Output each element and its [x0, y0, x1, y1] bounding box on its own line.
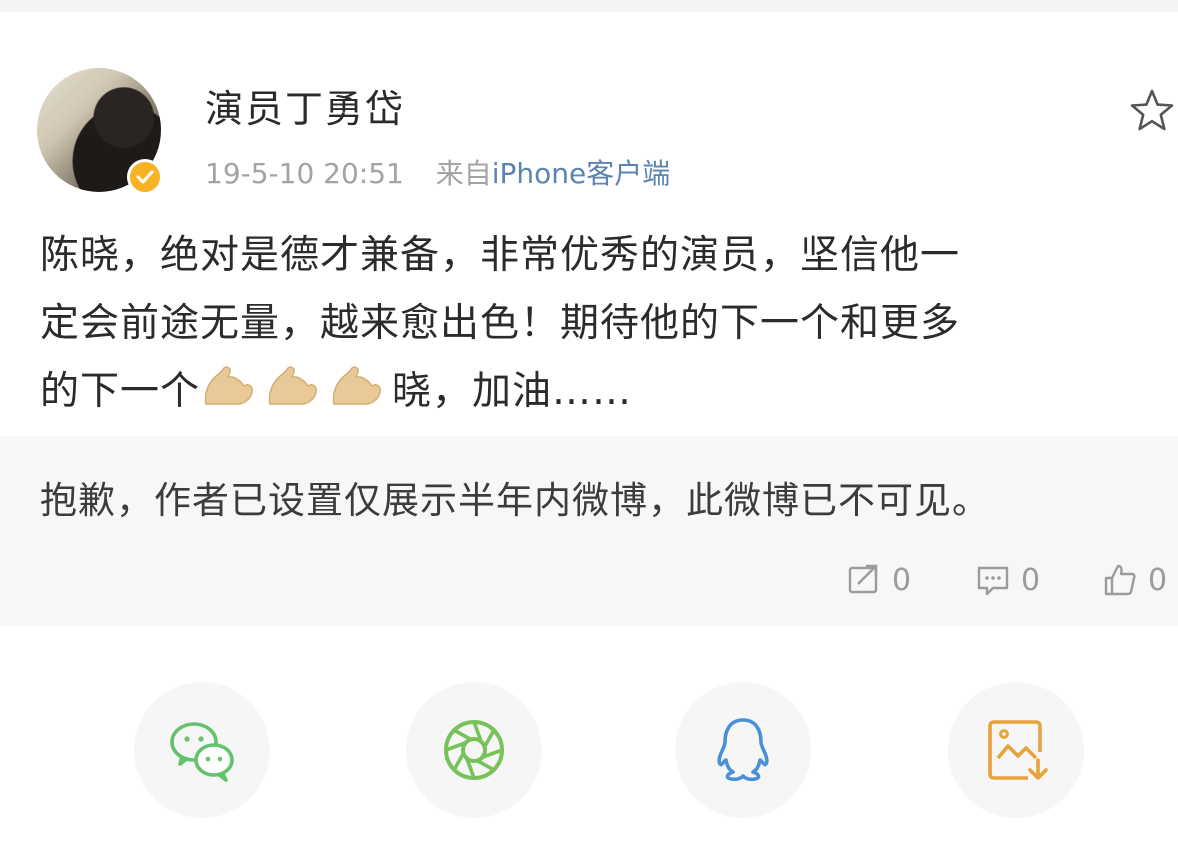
flexed-biceps-emoji-icon: [332, 366, 381, 405]
like-button[interactable]: 0: [1102, 560, 1167, 600]
content-line-last: 的下一个 晓，加油……: [40, 358, 1150, 426]
qq-icon: [717, 718, 769, 782]
content-tail: 晓，加油……: [392, 369, 633, 414]
share-moments-button[interactable]: [406, 682, 542, 818]
verified-badge-icon: [127, 159, 163, 195]
repost-icon: [848, 564, 878, 594]
comment-icon: [977, 566, 1009, 596]
content-text: 的下一个: [40, 369, 201, 414]
flexed-biceps-emoji-icon: [268, 366, 317, 405]
comment-button[interactable]: 0: [975, 560, 1040, 600]
source-prefix: 来自: [435, 157, 492, 190]
wechat-icon: [170, 722, 234, 782]
retweet-block[interactable]: 抱歉，作者已设置仅展示半年内微博，此微博已不可见。 0 0 0: [0, 436, 1178, 626]
weibo-post: 演员丁勇岱 19-5-10 20:51 来自iPhone客户端 陈晓，绝对是德才…: [0, 12, 1178, 436]
like-count: 0: [1148, 562, 1168, 598]
content-line: 定会前途无量，越来愈出色！期待他的下一个和更多: [40, 301, 961, 346]
share-qq-button[interactable]: [675, 682, 811, 818]
share-wechat-button[interactable]: [134, 682, 270, 818]
share-bar: [0, 626, 1178, 868]
share-save-image-button[interactable]: [948, 682, 1084, 818]
save-image-icon: [988, 720, 1048, 780]
username[interactable]: 演员丁勇岱: [205, 78, 405, 133]
flexed-biceps-emoji-icon: [204, 366, 253, 405]
thumbs-up-icon: [1104, 564, 1136, 596]
timestamp: 19-5-10 20:51: [205, 157, 404, 190]
repost-button[interactable]: 0: [846, 560, 911, 600]
post-meta: 19-5-10 20:51 来自iPhone客户端: [205, 152, 670, 192]
star-icon[interactable]: [1127, 86, 1177, 136]
unavailable-notice: 抱歉，作者已设置仅展示半年内微博，此微博已不可见。: [40, 479, 990, 522]
content-line: 陈晓，绝对是德才兼备，非常优秀的演员，坚信他一: [40, 233, 961, 278]
source-app-link[interactable]: iPhone客户端: [492, 157, 671, 190]
repost-count: 0: [892, 562, 912, 598]
post-content: 陈晓，绝对是德才兼备，非常优秀的演员，坚信他一 定会前途无量，越来愈出色！期待他…: [40, 222, 1150, 426]
comment-count: 0: [1021, 562, 1041, 598]
moments-icon: [444, 720, 504, 780]
